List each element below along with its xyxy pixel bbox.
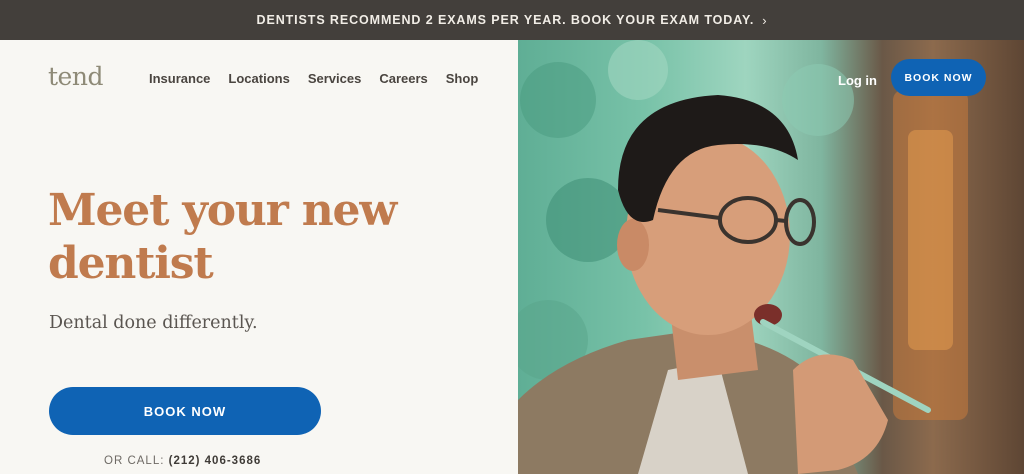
nav-locations[interactable]: Locations xyxy=(228,71,289,86)
hero-subtitle: Dental done differently. xyxy=(49,313,258,333)
phone-link[interactable]: (212) 406-3686 xyxy=(169,455,262,467)
chevron-right-icon: › xyxy=(762,12,768,28)
book-now-button[interactable]: BOOK NOW xyxy=(49,387,321,435)
login-link[interactable]: Log in xyxy=(838,73,877,88)
nav-services[interactable]: Services xyxy=(308,71,362,86)
header-book-now-button[interactable]: BOOK NOW xyxy=(891,59,986,96)
announcement-bar[interactable]: DENTISTS RECOMMEND 2 EXAMS PER YEAR. BOO… xyxy=(0,0,1024,40)
nav-shop[interactable]: Shop xyxy=(446,71,479,86)
logo[interactable]: tend xyxy=(48,62,103,91)
hero-title: Meet your new dentist xyxy=(48,184,468,290)
call-line: OR CALL: (212) 406-3686 xyxy=(104,455,261,467)
announcement-text: DENTISTS RECOMMEND 2 EXAMS PER YEAR. BOO… xyxy=(256,13,755,27)
man-brushing-teeth-illustration xyxy=(518,40,968,474)
call-label: OR CALL: xyxy=(104,455,165,467)
nav-careers[interactable]: Careers xyxy=(379,71,427,86)
hero-photo xyxy=(518,40,1024,474)
nav-insurance[interactable]: Insurance xyxy=(149,71,210,86)
hero-title-line1: Meet your new xyxy=(48,185,397,236)
main-nav: Insurance Locations Services Careers Sho… xyxy=(149,71,496,86)
hero-title-line2: dentist xyxy=(48,238,214,289)
